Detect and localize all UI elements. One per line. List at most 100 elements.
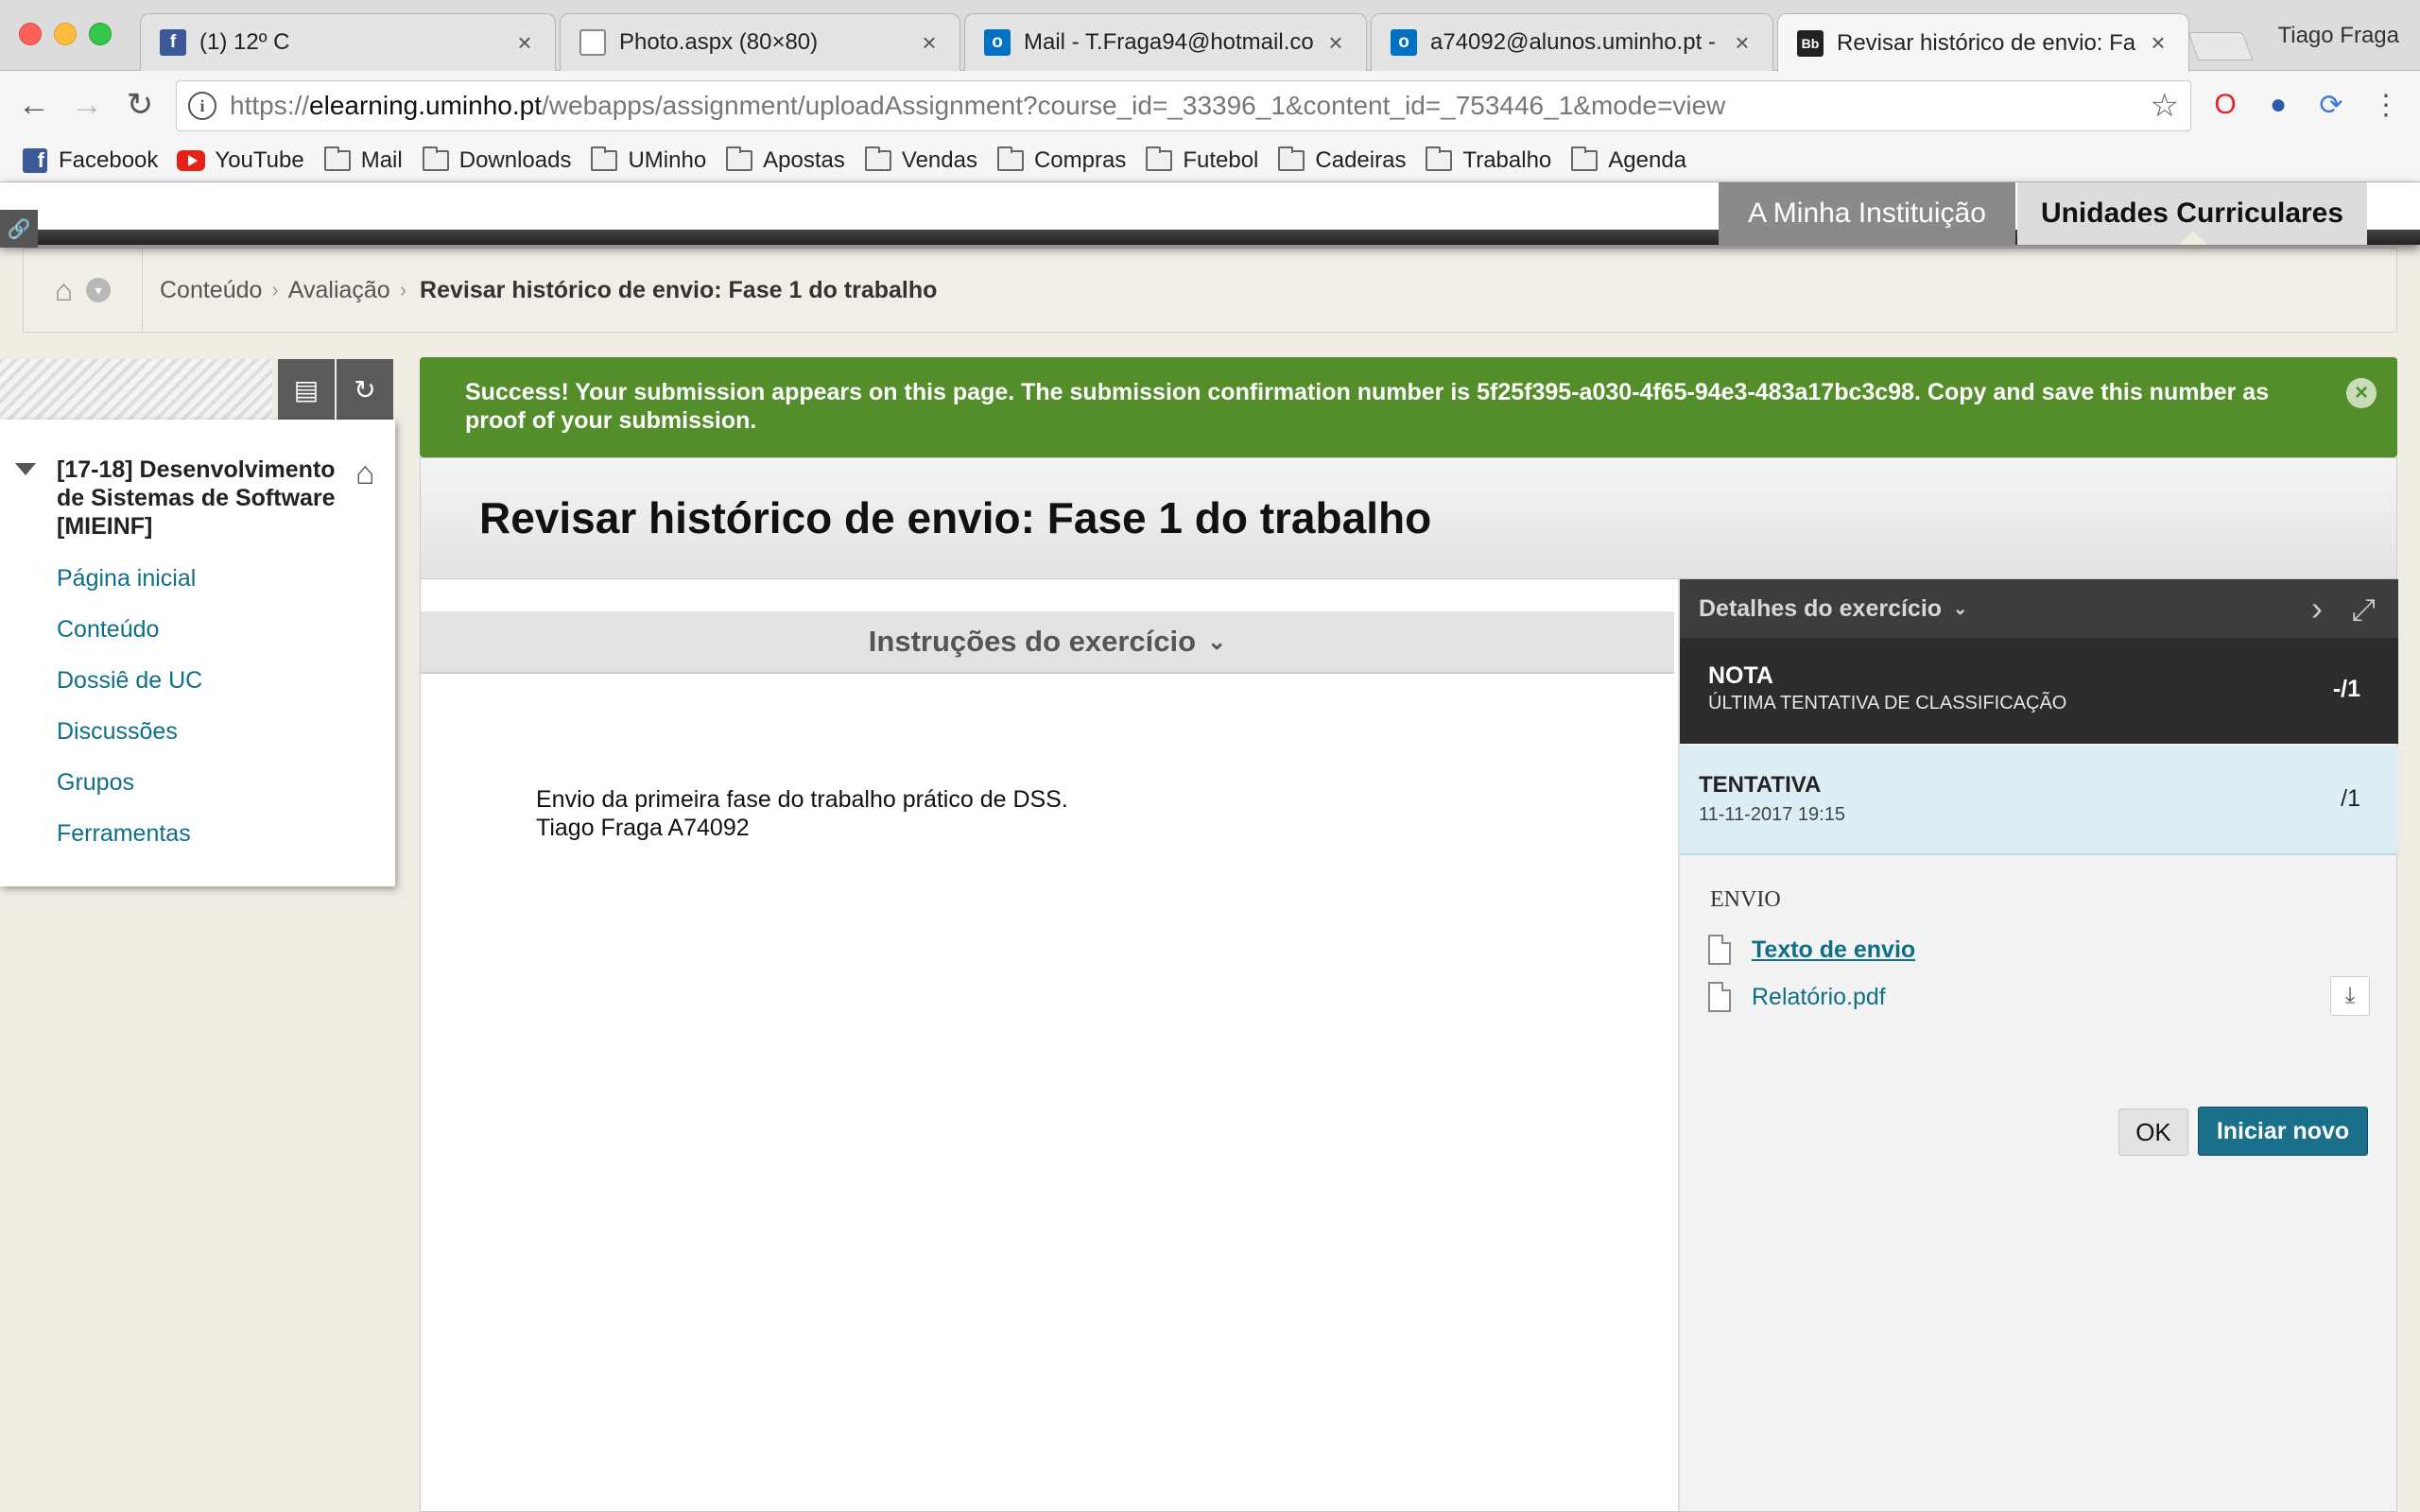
attempt-label: TENTATIVA	[1699, 772, 1822, 798]
breadcrumb: ⌂ ▾ Conteúdo › Avaliação › Revisar histó…	[23, 248, 2397, 333]
instructions-toggle[interactable]: Instruções do exercício ⌄	[421, 611, 1674, 674]
breadcrumb-item-content[interactable]: Conteúdo	[143, 277, 262, 304]
bookmark-folder-agenda[interactable]: Agenda	[1570, 146, 1687, 174]
bookmark-folder-cadeiras[interactable]: Cadeiras	[1277, 146, 1406, 174]
page-header: Revisar histórico de envio: Fase 1 do tr…	[421, 458, 2396, 579]
ok-button[interactable]: OK	[2118, 1108, 2188, 1156]
forward-button[interactable]: →	[66, 84, 108, 126]
home-icon[interactable]: ⌂	[55, 273, 73, 308]
page-icon	[579, 29, 606, 56]
course-menu-item-home[interactable]: Página inicial	[57, 565, 196, 593]
folder-icon	[323, 146, 352, 172]
close-icon[interactable]: ×	[2346, 378, 2377, 408]
folder-icon	[725, 146, 753, 172]
code-extension-icon[interactable]: ⟳	[2312, 86, 2350, 124]
expand-icon[interactable]: ⤢	[2351, 593, 2376, 628]
folder-icon	[1425, 146, 1453, 172]
arrow-left-icon: ←	[18, 86, 50, 123]
address-bar[interactable]: i https://elearning.uminho.pt/webapps/as…	[176, 80, 2191, 131]
menu-resize-handle[interactable]	[0, 359, 272, 420]
folder-view-button[interactable]: ▤	[278, 359, 335, 420]
breadcrumb-current: Revisar histórico de envio: Fase 1 do tr…	[420, 276, 938, 303]
link-icon[interactable]: 🔗	[0, 210, 38, 248]
attempt-date: 11-11-2017 19:15	[1699, 804, 1845, 825]
course-title[interactable]: [17-18] Desenvolvimento de Sistemas de S…	[57, 455, 350, 541]
browser-tab-mail-hotmail[interactable]: o Mail - T.Fraga94@hotmail.co ×	[964, 13, 1367, 71]
grade-label: NOTA	[1708, 662, 1773, 689]
attempt-row[interactable]: TENTATIVA 11-11-2017 19:15 /1	[1680, 746, 2398, 855]
browser-tab-blackboard[interactable]: Bb Revisar histórico de envio: Fa ×	[1777, 13, 2189, 72]
panel-title: Detalhes do exercício	[1699, 594, 1943, 622]
start-new-attempt-button[interactable]: Iniciar novo	[2198, 1107, 2368, 1156]
browser-tab-photo[interactable]: Photo.aspx (80×80) ×	[560, 13, 960, 71]
breadcrumb-item-evaluation[interactable]: Avaliação	[279, 277, 390, 304]
new-tab-button[interactable]	[2187, 32, 2254, 60]
tab-my-institution[interactable]: A Minha Instituição	[1719, 182, 2015, 245]
tab-courses[interactable]: Unidades Curriculares	[2017, 182, 2367, 245]
course-menu-item-dossier[interactable]: Dossiê de UC	[57, 667, 202, 695]
refresh-menu-button[interactable]: ↻	[337, 359, 393, 420]
course-menu-toolbar: ▤ ↻	[0, 359, 395, 420]
bookmark-folder-vendas[interactable]: Vendas	[864, 146, 977, 174]
info-icon[interactable]: i	[188, 92, 216, 120]
collapse-caret-icon[interactable]	[15, 463, 36, 475]
bookmark-label: Agenda	[1608, 146, 1687, 173]
course-menu-item-tools[interactable]: Ferramentas	[57, 820, 191, 848]
youtube-icon	[177, 149, 206, 172]
breadcrumb-separator-icon: ›	[271, 278, 279, 301]
bookmark-label: Mail	[360, 146, 403, 173]
close-tab-icon[interactable]: ×	[918, 28, 941, 58]
submission-text-link[interactable]: Texto de envio	[1752, 936, 1915, 964]
download-icon[interactable]: ⤓	[2330, 976, 2370, 1016]
close-tab-icon[interactable]: ×	[1731, 28, 1754, 58]
close-window-button[interactable]	[19, 23, 42, 45]
file-row: Relatório.pdf ⤓	[1708, 976, 2370, 1016]
chevron-down-icon: ⌄	[1953, 598, 1968, 618]
attachment-link[interactable]: Relatório.pdf	[1752, 984, 1886, 1011]
chevron-right-icon[interactable]: ›	[2311, 589, 2323, 628]
bookmark-folder-uminho[interactable]: UMinho	[590, 146, 706, 174]
bookmark-folder-trabalho[interactable]: Trabalho	[1425, 146, 1552, 174]
bookmark-folder-compras[interactable]: Compras	[996, 146, 1126, 174]
bookmark-folder-downloads[interactable]: Downloads	[422, 146, 571, 174]
course-menu-item-content[interactable]: Conteúdo	[57, 616, 159, 644]
document-icon	[1708, 982, 1731, 1012]
refresh-icon: ↻	[354, 374, 376, 404]
back-button[interactable]: ←	[13, 84, 55, 126]
minimize-window-button[interactable]	[54, 23, 77, 45]
profile-name[interactable]: Tiago Fraga	[2277, 23, 2399, 49]
close-tab-icon[interactable]: ×	[513, 28, 536, 58]
panel-header[interactable]: Detalhes do exercício ⌄	[1680, 579, 2398, 638]
maximize-window-button[interactable]	[89, 23, 112, 45]
course-menu-item-discussions[interactable]: Discussões	[57, 718, 178, 746]
browser-toolbar: ← → ↻ i https://elearning.uminho.pt/weba…	[0, 71, 2420, 139]
menu-kebab-icon[interactable]: ⋮	[2367, 86, 2405, 124]
close-tab-icon[interactable]: ×	[1324, 28, 1347, 58]
course-menu: [17-18] Desenvolvimento de Sistemas de S…	[0, 420, 395, 886]
browser-tab-facebook[interactable]: f (1) 12º C ×	[140, 13, 556, 71]
opera-extension-icon[interactable]: O	[2206, 86, 2244, 124]
bookmark-folder-futebol[interactable]: Futebol	[1145, 146, 1258, 174]
chevron-down-icon[interactable]: ▾	[86, 278, 112, 302]
browser-tab-mail-uminho[interactable]: o a74092@alunos.uminho.pt - ×	[1371, 13, 1773, 71]
success-message: Success! Your submission appears on this…	[465, 379, 2270, 434]
bookmark-star-icon[interactable]: ☆	[2151, 87, 2179, 125]
instructions-header: Instruções do exercício	[868, 625, 1197, 658]
bookmark-folder-mail[interactable]: Mail	[323, 146, 403, 174]
grade-sublabel: ÚLTIMA TENTATIVA DE CLASSIFICAÇÃO	[1708, 693, 2067, 713]
reload-button[interactable]: ↻	[119, 84, 161, 126]
bookmark-youtube[interactable]: YouTube	[177, 147, 304, 174]
facebook-icon: f	[21, 147, 49, 173]
page-title: Revisar histórico de envio: Fase 1 do tr…	[479, 493, 1432, 542]
course-home-icon[interactable]: ⌂	[355, 455, 375, 492]
tab-title: Photo.aspx (80×80)	[619, 29, 819, 55]
course-menu-item-groups[interactable]: Grupos	[57, 769, 134, 797]
bookmark-folder-apostas[interactable]: Apostas	[725, 146, 845, 174]
bookmark-label: Trabalho	[1462, 146, 1552, 173]
close-tab-icon[interactable]: ×	[2147, 28, 2169, 58]
bookmark-facebook[interactable]: f Facebook	[21, 147, 158, 174]
browser-tab-bar: f (1) 12º C × Photo.aspx (80×80) × o Mai…	[0, 0, 2420, 72]
grade-value: -/1	[2332, 676, 2360, 702]
user-extension-icon[interactable]: ●	[2259, 86, 2297, 124]
folder-icon	[1277, 146, 1305, 172]
